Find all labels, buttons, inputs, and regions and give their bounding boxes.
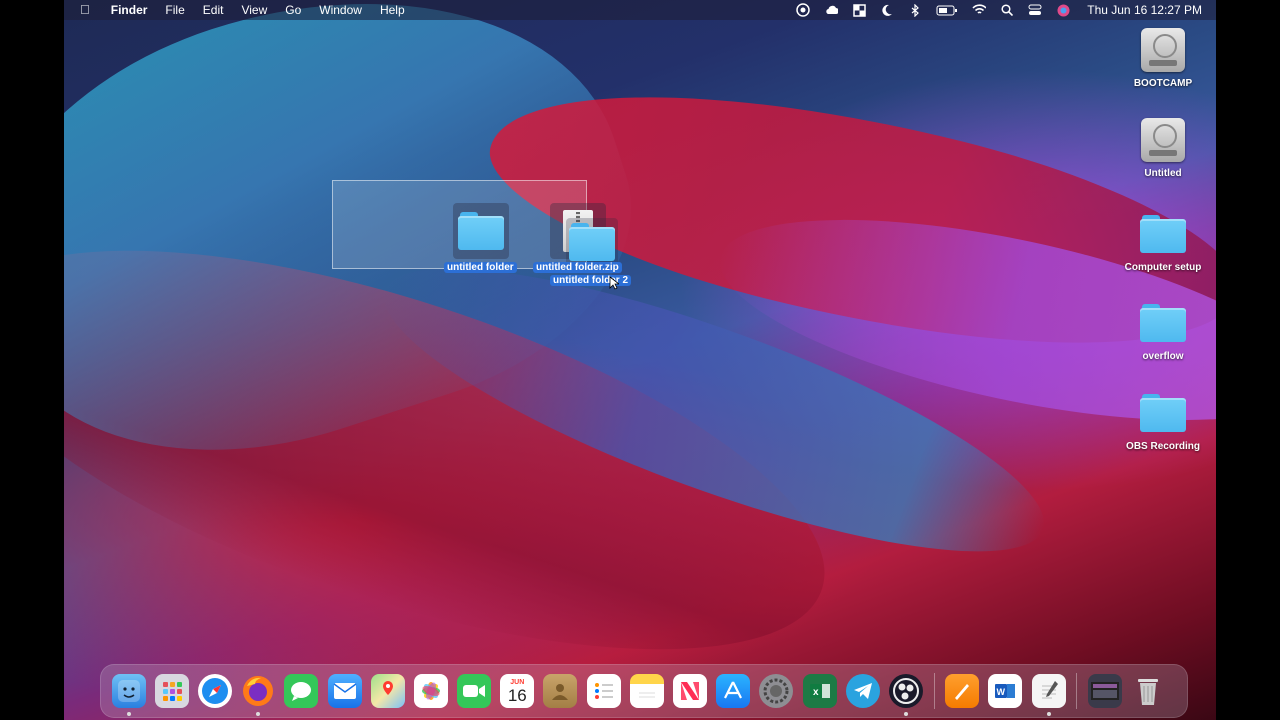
dock-telegram-icon[interactable]	[845, 674, 880, 708]
dock-word-icon[interactable]: W	[988, 674, 1023, 708]
desktop-icon-untitled[interactable]: Untitled	[1115, 116, 1211, 179]
dock-finder-icon[interactable]	[111, 674, 146, 716]
spotlight-search-icon[interactable]	[1000, 3, 1014, 17]
menu-view[interactable]: View	[232, 0, 276, 20]
dock-excel-icon[interactable]: x	[802, 674, 837, 708]
menu-edit[interactable]: Edit	[194, 0, 233, 20]
desktop-icon-label: overflow	[1142, 351, 1184, 362]
dock-textedit-icon[interactable]	[1031, 674, 1066, 716]
creative-cloud-icon[interactable]	[796, 3, 810, 17]
menu-help[interactable]: Help	[371, 0, 414, 20]
svg-text:W: W	[997, 687, 1006, 697]
svg-text:x: x	[813, 687, 819, 698]
dock-firefox-icon[interactable]	[241, 674, 275, 716]
desktop-icon-label: BOOTCAMP	[1133, 78, 1193, 89]
desktop-icon-obs-recording[interactable]: OBS Recording	[1115, 389, 1211, 452]
moon-icon[interactable]	[880, 3, 894, 17]
dock-maps-icon[interactable]	[370, 674, 405, 708]
dock-trash-icon[interactable]	[1131, 674, 1165, 708]
dock-downloads-stack-icon[interactable]	[1087, 674, 1122, 708]
dock-pages-icon[interactable]	[945, 674, 980, 708]
selected-item-label: untitled folder.zip	[533, 262, 622, 273]
folder-icon	[458, 212, 504, 250]
desktop-icon-bootcamp[interactable]: BOOTCAMP	[1115, 26, 1211, 89]
calendar-day: 16	[507, 685, 527, 705]
desktop-icon-label: Computer setup	[1124, 262, 1202, 273]
dock-news-icon[interactable]	[673, 674, 708, 708]
desktop-icon-label: Untitled	[1144, 168, 1182, 179]
desktop-icon-computer-setup[interactable]: Computer setup	[1115, 210, 1211, 273]
dock-facetime-icon[interactable]	[457, 674, 492, 708]
folder-icon	[1139, 299, 1187, 347]
hard-drive-icon	[1139, 26, 1187, 74]
dock-app-store-icon[interactable]	[716, 674, 751, 708]
selected-item-label: untitled folder	[444, 262, 517, 273]
dock-photos-icon[interactable]	[413, 674, 448, 708]
desktop-wallpaper	[64, 0, 1216, 720]
menu-file[interactable]: File	[156, 0, 193, 20]
menu-bar:  Finder File Edit View Go Window Help T…	[64, 0, 1216, 20]
dock-obs-icon[interactable]	[888, 674, 923, 716]
dock-notes-icon[interactable]	[629, 674, 664, 708]
dock-safari-icon[interactable]	[197, 674, 232, 708]
menu-go[interactable]: Go	[276, 0, 310, 20]
dock-contacts-icon[interactable]	[543, 674, 578, 708]
desktop-icon-label: OBS Recording	[1126, 441, 1200, 452]
folder-icon	[1139, 210, 1187, 258]
dock-calendar-icon[interactable]: JUN 16	[500, 674, 535, 708]
desktop-icon-overflow[interactable]: overflow	[1115, 299, 1211, 362]
wifi-icon[interactable]	[972, 3, 987, 17]
siri-icon[interactable]	[1056, 3, 1070, 17]
menubar-clock[interactable]: Thu Jun 16 12:27 PM	[1087, 3, 1202, 17]
folder-icon	[569, 223, 615, 261]
selected-folder-untitled-folder[interactable]	[453, 203, 509, 259]
folder-icon	[1139, 389, 1187, 437]
window-manager-icon[interactable]	[852, 3, 866, 17]
menu-app-name[interactable]: Finder	[102, 0, 157, 20]
dock-system-preferences-icon[interactable]	[759, 674, 794, 708]
dragged-folder-untitled-folder-2[interactable]	[566, 218, 618, 266]
bluetooth-icon[interactable]	[908, 3, 922, 17]
menu-window[interactable]: Window	[310, 0, 371, 20]
dock-separator	[933, 673, 935, 709]
hard-drive-icon	[1139, 116, 1187, 164]
dock: JUN 16 x W	[100, 664, 1188, 718]
battery-icon[interactable]	[936, 3, 958, 17]
dock-reminders-icon[interactable]	[586, 674, 621, 708]
icloud-icon[interactable]	[824, 3, 839, 17]
dock-messages-icon[interactable]	[284, 674, 319, 708]
control-center-icon[interactable]	[1028, 3, 1042, 17]
apple-menu-icon[interactable]: 	[64, 0, 102, 20]
dock-mail-icon[interactable]	[327, 674, 362, 708]
dock-separator	[1076, 673, 1078, 709]
mouse-cursor-icon	[609, 276, 621, 295]
dock-launchpad-icon[interactable]	[154, 674, 189, 708]
